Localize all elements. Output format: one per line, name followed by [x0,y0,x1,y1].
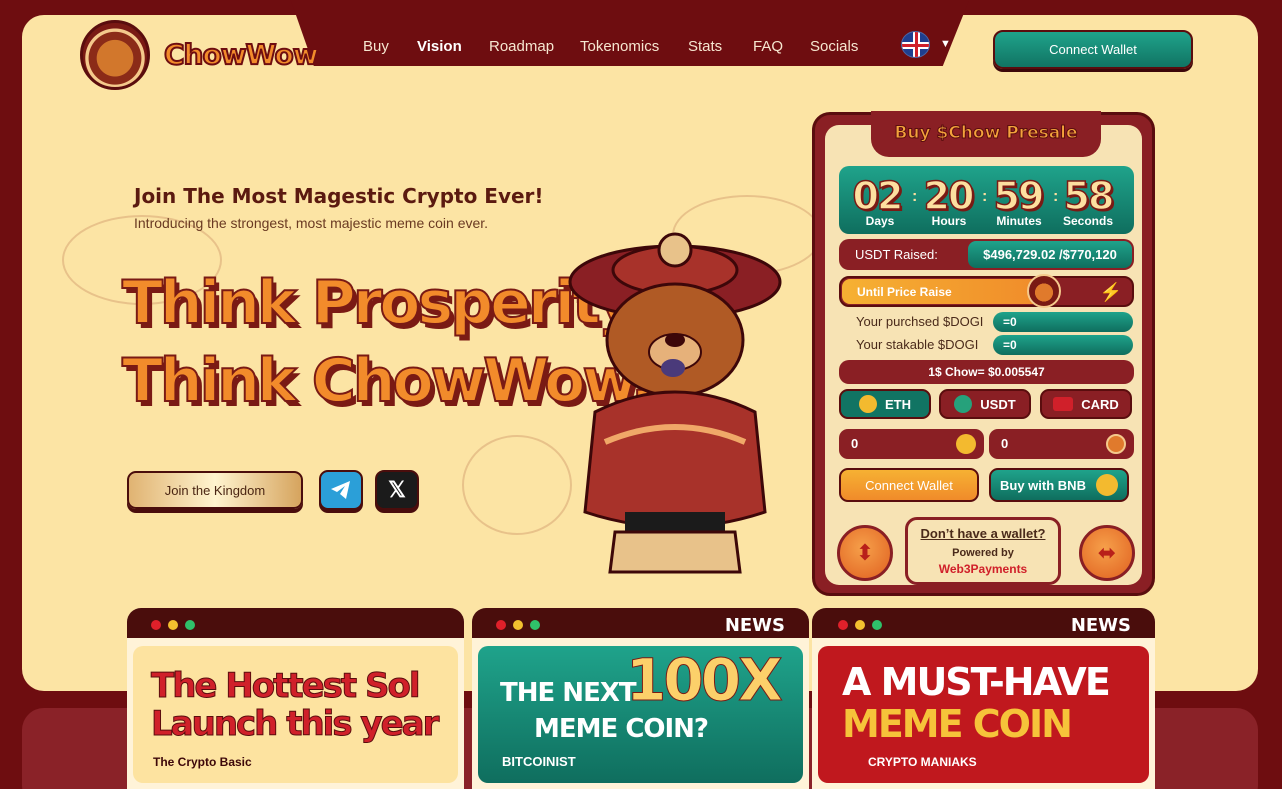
news-source: BITCOINIST [502,754,576,769]
news-headline-1: The Hottest Sol [151,666,421,707]
window-dot-green [872,620,882,630]
news-headline-1: A MUST-HAVE [842,660,1111,704]
until-price-raise-label: Until Price Raise [857,285,952,299]
currency-card-button[interactable]: CARD [1040,389,1132,419]
nav-item-stats[interactable]: Stats [688,38,722,55]
currency-eth-label: ETH [885,396,911,412]
wallet-help-panel: Don’t have a wallet? Powered by Web3Paym… [905,517,1061,585]
currency-usdt-label: USDT [980,396,1016,412]
telegram-icon[interactable] [319,470,363,510]
swap-arrows-icon[interactable]: ⬍ [837,525,893,581]
card-icon [1053,397,1074,411]
countdown-seconds: 58 [1063,173,1115,219]
window-dot-yellow [513,620,523,630]
chow-coin-icon [1106,434,1126,454]
hero-subheading: Introducing the strongest, most majestic… [134,215,489,231]
dog-mascot-illustration [568,232,782,574]
card-titlebar: NEWS [472,608,809,638]
usdt-raised-label: USDT Raised: [855,247,938,262]
nav-item-buy[interactable]: Buy [363,38,389,55]
purchased-label: Your purchsed $DOGI [856,314,984,329]
swap-arrows-horizontal-icon[interactable]: ⬌ [1079,525,1135,581]
news-card-body: THE NEXT 100X MEME COIN? BITCOINIST [478,646,803,783]
stakable-label: Your stakable $DOGI [856,337,979,352]
countdown-minutes-label: Minutes [996,214,1042,228]
news-card-body: The Hottest Sol Launch this year The Cry… [133,646,458,783]
currency-eth-button[interactable]: ETH [839,389,931,419]
card-titlebar: NEWS [812,608,1155,638]
chow-coin-icon [1027,274,1061,308]
news-card[interactable]: The Hottest Sol Launch this year The Cry… [127,608,464,789]
connect-wallet-button[interactable]: Connect Wallet [993,30,1193,69]
window-dot-yellow [168,620,178,630]
window-dot-red [838,620,848,630]
countdown-hours: 20 [923,173,975,219]
purchased-value: =0 [993,312,1133,332]
news-headline-big: 100X [626,646,784,715]
pay-amount-input[interactable]: 0 [839,429,984,459]
buy-with-bnb-button[interactable]: Buy with BNB [989,468,1129,502]
presale-title-tab: Buy $Chow Presale [871,111,1101,157]
stakable-value: =0 [993,335,1133,355]
nav-item-tokenomics[interactable]: Tokenomics [580,38,659,55]
chowwow-logo-icon[interactable] [80,20,150,90]
receive-amount-value: 0 [1001,436,1009,451]
countdown-timer: 02 : 20 : 59 : 58 Days Hours Minutes Sec… [839,166,1134,234]
web3payments-link[interactable]: Web3Payments [908,562,1058,576]
nav-bar [290,0,970,66]
news-tag: NEWS [1070,615,1131,636]
news-source: The Crypto Basic [153,755,252,769]
window-dot-red [496,620,506,630]
presale-connect-wallet-button[interactable]: Connect Wallet [839,468,979,502]
presale-title: Buy $Chow Presale [894,123,1078,144]
news-headline-2: MEME COIN? [534,714,709,744]
hero-heading: Join The Most Magestic Crypto Ever! [134,184,544,208]
lightning-icon: ⚡ [1099,282,1122,302]
brand-name[interactable]: ChowWow [163,37,320,72]
news-card[interactable]: NEWS A MUST-HAVE MEME COIN CRYPTO MANIAK… [812,608,1155,789]
countdown-hours-label: Hours [931,214,967,228]
nav-item-roadmap[interactable]: Roadmap [489,38,554,55]
countdown-seconds-label: Seconds [1062,214,1113,228]
nav-item-faq[interactable]: FAQ [753,38,783,55]
news-headline-2: Launch this year [150,704,439,745]
currency-usdt-button[interactable]: USDT [939,389,1031,419]
news-source: CRYPTO MANIAKS [868,755,977,769]
pay-amount-value: 0 [851,436,859,451]
bnb-icon [1095,474,1118,496]
countdown-days-label: Days [865,214,895,228]
currency-card-label: CARD [1081,396,1119,412]
news-headline-1: THE NEXT [500,678,637,708]
usdt-icon [954,395,973,413]
eth-icon [956,434,976,454]
cloud-decoration [462,435,572,535]
chevron-down-icon[interactable]: ▼ [940,38,951,50]
news-headline-2: MEME COIN [842,702,1073,746]
x-icon[interactable]: 𝕏 [375,470,419,510]
uk-flag-icon[interactable] [901,31,930,58]
join-kingdom-button[interactable]: Join the Kingdom [127,471,303,509]
countdown-minutes: 59 [993,173,1045,219]
news-card[interactable]: NEWS THE NEXT 100X MEME COIN? BITCOINIST [472,608,809,789]
buy-with-bnb-label: Buy with BNB [1000,477,1086,493]
nav-item-vision[interactable]: Vision [417,38,462,55]
usdt-raised-value: $496,729.02 /$770,120 [968,241,1132,268]
card-titlebar [127,608,464,638]
window-dot-green [185,620,195,630]
no-wallet-link[interactable]: Don’t have a wallet? [908,526,1058,541]
receive-amount-input[interactable]: 0 [989,429,1134,459]
price-raise-progress: Until Price Raise ⚡ [839,274,1134,308]
nav-item-socials[interactable]: Socials [810,38,858,55]
news-tag: NEWS [724,615,785,636]
window-dot-red [151,620,161,630]
news-card-body: A MUST-HAVE MEME COIN CRYPTO MANIAKS [818,646,1149,783]
eth-icon [859,395,877,413]
powered-by-label: Powered by [952,547,1014,559]
window-dot-green [530,620,540,630]
usdt-raised-row: USDT Raised: $496,729.02 /$770,120 [839,239,1134,270]
countdown-days: 02 [852,173,904,219]
exchange-rate: 1$ Chow= $0.005547 [839,360,1134,384]
window-dot-yellow [855,620,865,630]
